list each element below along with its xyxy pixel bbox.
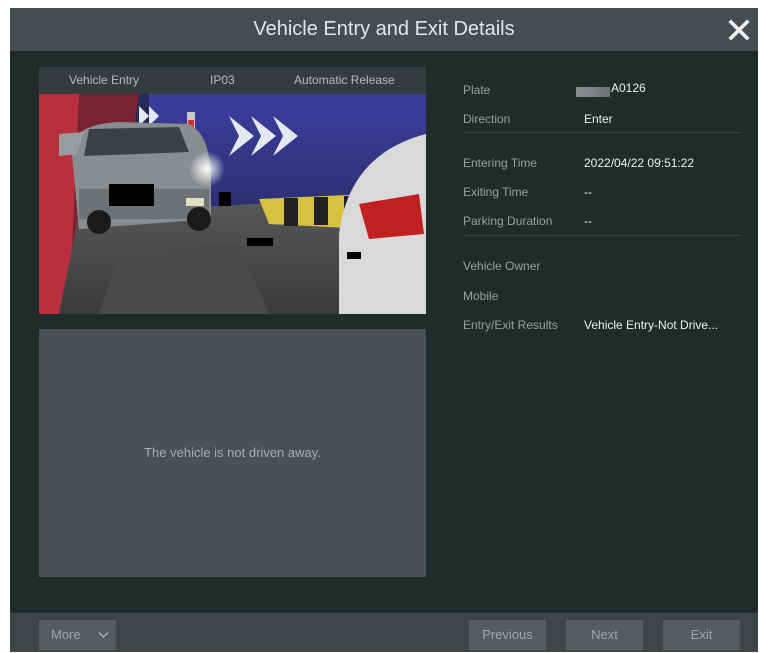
vehicle-snapshot-image	[39, 94, 426, 314]
entry-exit-results-label: Entry/Exit Results	[463, 318, 558, 332]
entering-time-label: Entering Time	[463, 156, 538, 170]
dialog-title: Vehicle Entry and Exit Details	[253, 18, 515, 40]
more-button-label: More	[51, 627, 81, 642]
vehicle-owner-label: Vehicle Owner	[463, 259, 541, 273]
capture-header: Vehicle Entry IP03 Automatic Release	[39, 67, 426, 94]
more-button[interactable]: More	[39, 620, 116, 650]
vehicle-details-dialog: Vehicle Entry and Exit Details Vehicle E…	[10, 8, 758, 652]
exiting-time-label: Exiting Time	[463, 185, 529, 199]
previous-button[interactable]: Previous	[469, 620, 546, 650]
capture-event-label: Vehicle Entry	[69, 73, 140, 87]
capture-channel-label: IP03	[210, 73, 235, 87]
plate-label: Plate	[463, 83, 491, 97]
plate-mask	[576, 87, 610, 97]
mobile-label: Mobile	[463, 289, 499, 303]
direction-value: Enter	[584, 112, 613, 126]
close-icon[interactable]	[726, 17, 752, 43]
info-divider	[463, 235, 740, 236]
capture-release-label: Automatic Release	[294, 73, 395, 87]
parking-duration-label: Parking Duration	[463, 214, 553, 228]
plate-value: A0126	[611, 81, 646, 95]
exit-snapshot-panel: The vehicle is not driven away.	[39, 329, 426, 577]
not-driven-away-message: The vehicle is not driven away.	[144, 445, 321, 460]
exiting-time-value: --	[584, 185, 592, 199]
footer-bar	[10, 613, 758, 652]
next-button[interactable]: Next	[566, 620, 643, 650]
direction-label: Direction	[463, 112, 511, 126]
entering-time-value: 2022/04/22 09:51:22	[584, 156, 695, 170]
title-bar: Vehicle Entry and Exit Details	[10, 8, 758, 51]
info-divider	[463, 132, 740, 133]
parking-duration-value: --	[584, 214, 592, 228]
entry-exit-results-value: Vehicle Entry-Not Drive...	[584, 318, 719, 332]
chevron-down-icon	[98, 631, 109, 639]
exit-button[interactable]: Exit	[663, 620, 740, 650]
